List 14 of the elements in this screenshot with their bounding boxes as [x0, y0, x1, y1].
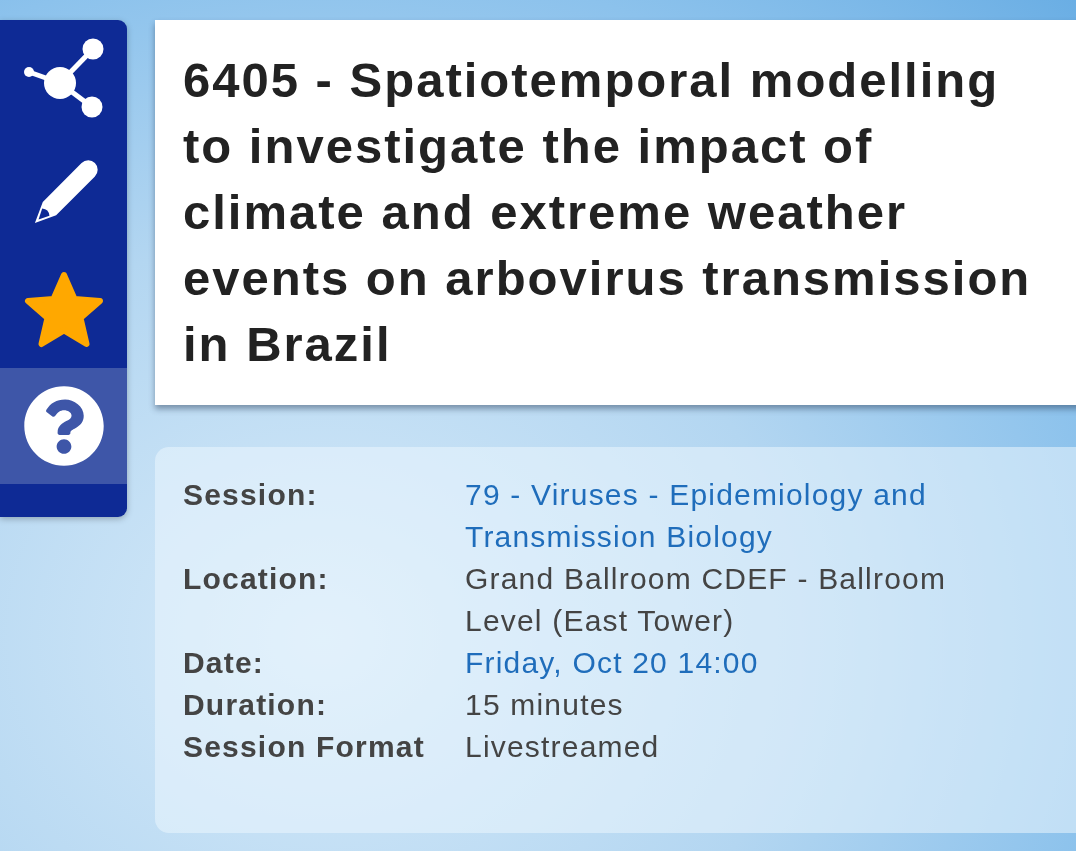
detail-value: Livestreamed	[465, 729, 661, 765]
detail-value: Grand Ballroom CDEF - Ballroom Level (East Tower)	[465, 561, 948, 639]
presentation-title: 6405 - Spatiotemporal modelling to investigate the impact of climate and extreme weather events on arbovirus transmission in Brazil	[183, 52, 1033, 373]
detail-label: Date:	[183, 645, 265, 681]
detail-label: Session:	[183, 477, 319, 513]
detail-link[interactable]: Friday, Oct 20 14:00	[465, 642, 995, 684]
detail-label: Location:	[183, 561, 330, 597]
detail-label: Session Format	[183, 729, 426, 765]
help-icon	[22, 385, 105, 467]
help-button[interactable]	[0, 368, 127, 484]
detail-label: Duration:	[183, 687, 329, 723]
detail-link[interactable]: 79 - Viruses - Epidemiology and Transmission Biology	[465, 474, 995, 558]
share-icon	[22, 38, 105, 118]
detail-value: 15 minutes	[465, 687, 625, 723]
